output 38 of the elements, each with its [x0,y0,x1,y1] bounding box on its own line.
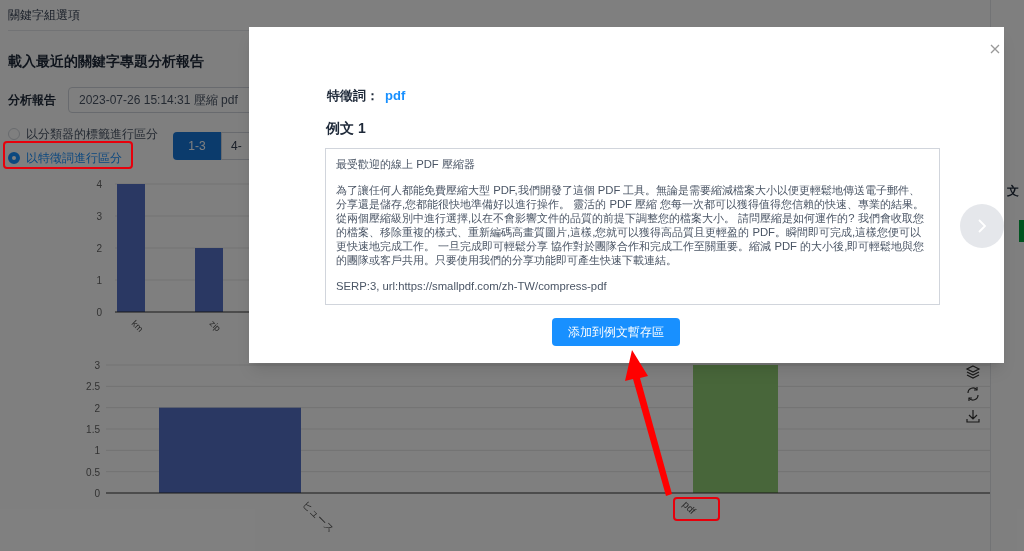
radio-button[interactable] [8,152,20,164]
axis-label: 0.5 [86,466,100,478]
layers-icon[interactable] [965,364,981,380]
axis-label: 3 [94,360,100,371]
range-tab[interactable]: 1-3 [173,132,221,160]
section-heading: 載入最近的關鍵字專題分析報告 [8,53,204,69]
axis-label: 4 [96,179,102,190]
annotation-box [673,497,720,521]
panel-text: 文 [1007,183,1019,200]
axis-label: 0 [96,307,102,318]
category-label: zip [207,318,223,334]
axis-label: 3 [96,211,102,222]
download-icon[interactable] [965,408,981,424]
axis-label: 1.5 [86,424,100,435]
radio-label[interactable]: 以特徵詞進行區分 [26,149,122,167]
chevron-right-icon [977,218,988,234]
example-paragraph: 最受歡迎的線上 PDF 壓縮器 [336,156,476,171]
feature-word: pdf [385,87,406,105]
page-title: 關鍵字組選項 [8,7,80,24]
close-icon[interactable] [990,44,1000,54]
example-title: 例文 1 [326,119,366,136]
axis-label: 1 [94,445,100,457]
category-label: km [129,318,146,334]
axis-label: 1 [96,275,102,286]
example-text-area[interactable] [325,147,941,305]
category-label: pdf [680,498,699,517]
add-to-storage-button[interactable]: 添加到例文暫存區 [551,317,680,346]
axis-label: 2 [94,402,100,414]
report-label: 分析報告 [8,92,56,109]
axis-label: 2.5 [86,381,100,393]
refresh-icon[interactable] [965,386,981,402]
example-paragraph: 為了讓任何人都能免費壓縮大型 PDF,我們開發了這個 PDF 工具。無論是需要縮減檔案大小以便更輕鬆地傳送電子郵件、分享還是儲存,您都能很快地準備好以進行操作。 靈活的 PDF 壓縮 您每一次都可以獲得值得您信賴的快速、專業的結果。從兩個壓縮級別中進行選擇,以在不會影響文件的品質的前提下調整您的檔案大小。 請問壓縮是如何運作的? 我們會收取您的檔案、移除重複的樣式、重新編碼高畫質圖片,這樣,您就可以獲得高品質且更輕盈的 PDF。瞬間即可完成,這樣您便可以更快速地完成工作。 一旦完成即可輕鬆分享 協作對於團隊合作和完成工作至關重要。縮減 PDF 的大小後,即可輕鬆地與您的團隊或客戶共用。只要使用我們的分享功能即可產生快速下載連結。 [336,182,926,267]
axis-label: 0 [94,488,100,499]
category-label: ヒュース [300,498,337,535]
axis-label: 2 [96,243,102,254]
feature-label: 特徵詞： [327,87,379,105]
radio-label[interactable]: 以分類器的標籤進行區分 [26,125,158,143]
example-paragraph: SERP:3, url:https://smallpdf.com/zh-TW/compress-pdf [336,278,608,293]
